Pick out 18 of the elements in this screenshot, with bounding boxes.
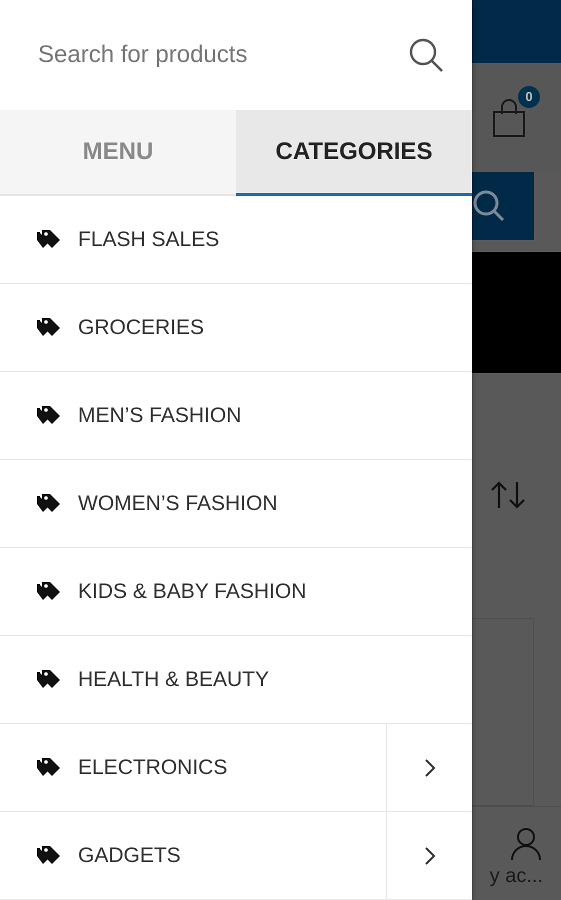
- category-link[interactable]: HEALTH & BEAUTY: [0, 636, 472, 723]
- search-button[interactable]: [472, 172, 534, 240]
- category-link[interactable]: WOMEN’S FASHION: [0, 460, 472, 547]
- category-link[interactable]: GROCERIES: [0, 284, 472, 371]
- sort-icon[interactable]: [490, 480, 526, 510]
- shopping-bag-icon[interactable]: [492, 98, 526, 138]
- chevron-right-icon: [424, 846, 436, 866]
- category-link[interactable]: MEN’S FASHION: [0, 372, 472, 459]
- search-icon[interactable]: [408, 37, 444, 74]
- category-link[interactable]: GADGETS: [0, 812, 386, 899]
- category-link[interactable]: KIDS & BABY FASHION: [0, 548, 472, 635]
- category-link[interactable]: ELECTRONICS: [0, 724, 386, 811]
- user-icon[interactable]: [509, 827, 543, 862]
- chevron-right-icon: [424, 758, 436, 778]
- cart-count-badge: 0: [518, 86, 540, 108]
- search-field[interactable]: Search for products: [36, 36, 408, 74]
- category-link[interactable]: FLASH SALES: [0, 196, 472, 283]
- tab[interactable]: CATEGORIES: [236, 110, 472, 196]
